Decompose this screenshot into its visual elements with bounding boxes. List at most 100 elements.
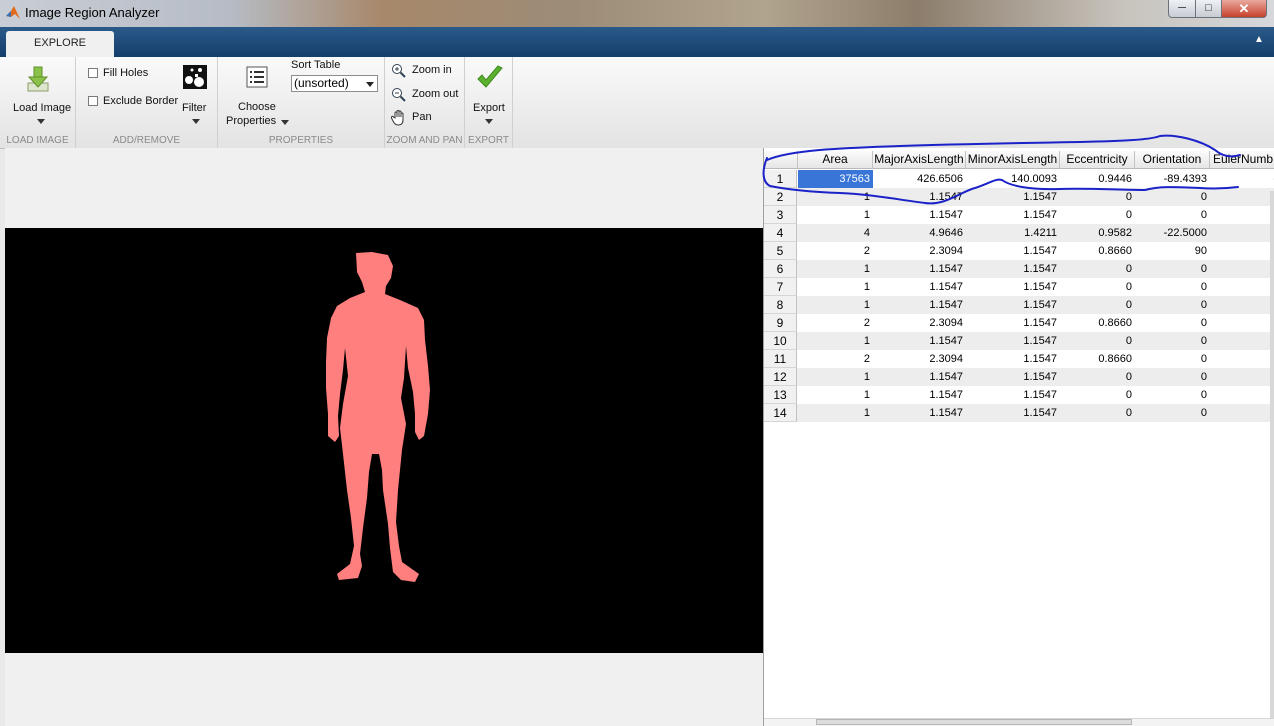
fill-holes-checkbox[interactable] — [88, 68, 98, 78]
collapse-toolstrip-icon[interactable]: ▲ — [1254, 35, 1264, 45]
cell-minor-axis-length[interactable]: 140.0093 — [966, 170, 1060, 188]
cell-orientation[interactable]: 0 — [1135, 260, 1210, 278]
cell-minor-axis-length[interactable]: 1.1547 — [966, 332, 1060, 350]
cell-area[interactable]: 1 — [798, 404, 873, 422]
load-image-button[interactable]: Load Image — [6, 61, 72, 129]
cell-minor-axis-length[interactable]: 1.4211 — [966, 224, 1060, 242]
table-row[interactable]: 3 1 1.1547 1.1547 0 0 — [764, 206, 1274, 224]
cell-euler-number[interactable] — [1210, 206, 1274, 224]
cell-major-axis-length[interactable]: 1.1547 — [873, 332, 966, 350]
cell-euler-number[interactable] — [1210, 242, 1274, 260]
row-header[interactable]: 1 — [764, 170, 797, 188]
cell-orientation[interactable]: -89.4393 — [1135, 170, 1210, 188]
horizontal-scroll-thumb[interactable] — [816, 719, 1132, 725]
cell-area[interactable]: 1 — [798, 368, 873, 386]
cell-euler-number[interactable] — [1210, 296, 1274, 314]
cell-euler-number[interactable] — [1210, 368, 1274, 386]
cell-major-axis-length[interactable]: 4.9646 — [873, 224, 966, 242]
cell-eccentricity[interactable]: 0 — [1060, 386, 1135, 404]
row-header[interactable]: 14 — [764, 404, 797, 422]
filter-button[interactable]: Filter — [179, 61, 215, 129]
cell-major-axis-length[interactable]: 1.1547 — [873, 296, 966, 314]
cell-eccentricity[interactable]: 0 — [1060, 188, 1135, 206]
cell-eccentricity[interactable]: 0.8660 — [1060, 242, 1135, 260]
close-button[interactable]: ✕ — [1221, 0, 1267, 18]
cell-eccentricity[interactable]: 0 — [1060, 368, 1135, 386]
row-header[interactable]: 3 — [764, 206, 797, 224]
column-header-minor-axis-length[interactable]: MinorAxisLength — [966, 151, 1060, 169]
row-header[interactable]: 5 — [764, 242, 797, 260]
cell-eccentricity[interactable]: 0 — [1060, 260, 1135, 278]
column-header-area[interactable]: Area — [798, 151, 873, 169]
cell-euler-number[interactable] — [1210, 332, 1274, 350]
cell-area[interactable]: 1 — [798, 386, 873, 404]
choose-properties-button[interactable]: Choose Properties — [222, 61, 292, 129]
cell-orientation[interactable]: 0 — [1135, 278, 1210, 296]
table-row[interactable]: 6 1 1.1547 1.1547 0 0 — [764, 260, 1274, 278]
row-header[interactable]: 7 — [764, 278, 797, 296]
cell-minor-axis-length[interactable]: 1.1547 — [966, 296, 1060, 314]
cell-area[interactable]: 2 — [798, 314, 873, 332]
table-row[interactable]: 4 4 4.9646 1.4211 0.9582 -22.5000 — [764, 224, 1274, 242]
table-row[interactable]: 5 2 2.3094 1.1547 0.8660 90 — [764, 242, 1274, 260]
cell-euler-number[interactable] — [1210, 386, 1274, 404]
cell-area[interactable]: 4 — [798, 224, 873, 242]
cell-minor-axis-length[interactable]: 1.1547 — [966, 386, 1060, 404]
cell-minor-axis-length[interactable]: 1.1547 — [966, 404, 1060, 422]
cell-major-axis-length[interactable]: 2.3094 — [873, 350, 966, 368]
cell-area[interactable]: 1 — [798, 296, 873, 314]
column-header-euler-number[interactable]: EulerNumb — [1210, 151, 1274, 169]
cell-eccentricity[interactable]: 0 — [1060, 296, 1135, 314]
cell-major-axis-length[interactable]: 1.1547 — [873, 206, 966, 224]
row-header[interactable]: 12 — [764, 368, 797, 386]
cell-minor-axis-length[interactable]: 1.1547 — [966, 206, 1060, 224]
row-header[interactable]: 11 — [764, 350, 797, 368]
cell-orientation[interactable]: 0 — [1135, 386, 1210, 404]
table-row[interactable]: 7 1 1.1547 1.1547 0 0 — [764, 278, 1274, 296]
cell-minor-axis-length[interactable]: 1.1547 — [966, 278, 1060, 296]
cell-eccentricity[interactable]: 0.9446 — [1060, 170, 1135, 188]
table-row[interactable]: 137563426.6506140.00930.9446-89.4393- — [764, 170, 1274, 188]
table-row[interactable]: 12 1 1.1547 1.1547 0 0 — [764, 368, 1274, 386]
cell-eccentricity[interactable]: 0.8660 — [1060, 350, 1135, 368]
cell-major-axis-length[interactable]: 1.1547 — [873, 260, 966, 278]
row-header[interactable]: 13 — [764, 386, 797, 404]
row-header[interactable]: 4 — [764, 224, 797, 242]
cell-euler-number[interactable] — [1210, 224, 1274, 242]
table-row[interactable]: 10 1 1.1547 1.1547 0 0 — [764, 332, 1274, 350]
cell-euler-number[interactable] — [1210, 188, 1274, 206]
row-header[interactable]: 9 — [764, 314, 797, 332]
cell-euler-number[interactable] — [1210, 260, 1274, 278]
cell-minor-axis-length[interactable]: 1.1547 — [966, 314, 1060, 332]
cell-euler-number[interactable] — [1210, 314, 1274, 332]
cell-major-axis-length[interactable]: 1.1547 — [873, 386, 966, 404]
column-header-eccentricity[interactable]: Eccentricity — [1060, 151, 1135, 169]
cell-euler-number[interactable] — [1210, 350, 1274, 368]
cell-area[interactable]: 1 — [798, 188, 873, 206]
cell-eccentricity[interactable]: 0 — [1060, 278, 1135, 296]
cell-area[interactable]: 2 — [798, 350, 873, 368]
pan-button[interactable]: Pan — [391, 109, 463, 127]
table-row[interactable]: 13 1 1.1547 1.1547 0 0 — [764, 386, 1274, 404]
cell-orientation[interactable]: 0 — [1135, 188, 1210, 206]
zoom-out-button[interactable]: Zoom out — [391, 86, 463, 104]
cell-orientation[interactable]: 90 — [1135, 242, 1210, 260]
row-header[interactable]: 2 — [764, 188, 797, 206]
cell-minor-axis-length[interactable]: 1.1547 — [966, 188, 1060, 206]
tab-explore[interactable]: EXPLORE — [6, 31, 114, 57]
cell-eccentricity[interactable]: 0 — [1060, 206, 1135, 224]
cell-orientation[interactable]: 0 — [1135, 350, 1210, 368]
column-header-major-axis-length[interactable]: MajorAxisLength — [873, 151, 966, 169]
cell-orientation[interactable]: 0 — [1135, 404, 1210, 422]
column-header-orientation[interactable]: Orientation — [1135, 151, 1210, 169]
region-properties-table[interactable]: Area MajorAxisLength MinorAxisLength Ecc… — [763, 148, 1274, 726]
cell-orientation[interactable]: 0 — [1135, 206, 1210, 224]
cell-euler-number[interactable] — [1210, 404, 1274, 422]
cell-area[interactable]: 2 — [798, 242, 873, 260]
row-header[interactable]: 6 — [764, 260, 797, 278]
cell-minor-axis-length[interactable]: 1.1547 — [966, 350, 1060, 368]
cell-orientation[interactable]: 0 — [1135, 314, 1210, 332]
cell-minor-axis-length[interactable]: 1.1547 — [966, 260, 1060, 278]
cell-euler-number[interactable]: - — [1210, 170, 1274, 188]
cell-area[interactable]: 1 — [798, 278, 873, 296]
